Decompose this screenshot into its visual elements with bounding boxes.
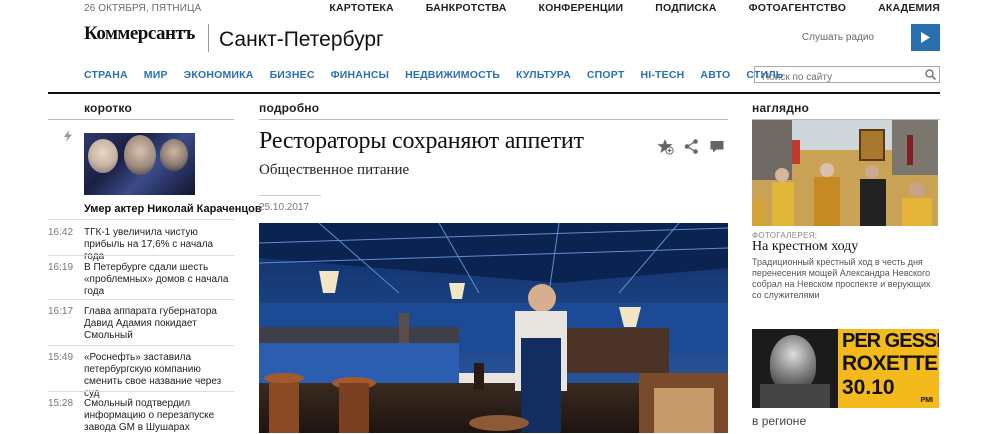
main-nav: СТРАНА МИР ЭКОНОМИКА БИЗНЕС ФИНАНСЫ НЕДВ… <box>84 69 800 81</box>
section-heading-detailed[interactable]: подробно <box>259 101 319 115</box>
news-divider <box>48 299 234 300</box>
top-link-photoagency[interactable]: ФОТОАГЕНТСТВО <box>749 2 847 14</box>
news-time: 15:28 <box>48 398 74 409</box>
top-link-conferences[interactable]: КОНФЕРЕНЦИИ <box>539 2 624 14</box>
top-link-subscription[interactable]: ПОДПИСКА <box>655 2 716 14</box>
nav-item-culture[interactable]: КУЛЬТУРА <box>516 69 571 81</box>
header-divider <box>48 92 940 94</box>
current-date: 26 ОКТЯБРЯ, ПЯТНИЦА <box>84 3 202 14</box>
radio-play-button[interactable] <box>911 24 940 51</box>
ad-date: 30.10 <box>842 376 895 399</box>
news-headline[interactable]: В Петербурге сдали шесть «проблемных» до… <box>84 262 234 298</box>
gallery-photo[interactable] <box>752 120 938 226</box>
share-icon[interactable] <box>683 138 700 155</box>
article-rubric[interactable]: Общественное питание <box>259 162 409 179</box>
region-title[interactable]: Санкт-Петербург <box>219 28 384 52</box>
news-time: 15:49 <box>48 352 74 363</box>
news-time: 16:19 <box>48 262 74 273</box>
ad-small-text: PMI <box>920 397 933 404</box>
ad-title-line2: ROXETTE <box>842 352 938 375</box>
news-headline[interactable]: Смольный подтвердил информацию о перезап… <box>84 398 234 434</box>
left-heading-rule <box>48 119 234 120</box>
lightning-icon <box>64 130 72 142</box>
play-icon <box>921 32 930 43</box>
article-title[interactable]: Рестораторы сохраняют аппетит <box>259 128 584 155</box>
nav-item-finance[interactable]: ФИНАНСЫ <box>331 69 390 81</box>
news-divider <box>48 391 234 392</box>
nav-item-business[interactable]: БИЗНЕС <box>270 69 315 81</box>
photo-figure <box>124 135 156 175</box>
top-link-kartoteka[interactable]: КАРТОТЕКА <box>329 2 393 14</box>
restaurant-scene <box>259 223 728 433</box>
photo-figure <box>88 139 118 173</box>
page: 26 ОКТЯБРЯ, ПЯТНИЦА КАРТОТЕКА БАНКРОТСТВ… <box>48 0 940 433</box>
search-icon[interactable] <box>925 69 936 80</box>
region-section-label[interactable]: в регионе <box>752 414 806 428</box>
radio-label[interactable]: Слушать радио <box>802 32 874 43</box>
search-box <box>754 66 940 85</box>
news-headline[interactable]: «Роснефть» заставила петербургскую компа… <box>84 352 234 400</box>
comment-icon[interactable] <box>709 138 726 155</box>
gallery-description: Традиционный крестный ход в честь дня пе… <box>752 257 931 300</box>
top-link-bankruptcy[interactable]: БАНКРОТСТВА <box>426 2 507 14</box>
photo-figure <box>160 139 188 171</box>
nav-item-auto[interactable]: АВТО <box>700 69 730 81</box>
ad-photo <box>752 329 838 408</box>
nav-item-sport[interactable]: СПОРТ <box>587 69 625 81</box>
article-meta-divider <box>259 195 321 196</box>
concert-ad-banner[interactable]: PER GESSLE'S ROXETTE 30.10 PMI <box>752 329 939 408</box>
news-divider <box>48 219 234 220</box>
nav-item-economy[interactable]: ЭКОНОМИКА <box>184 69 254 81</box>
search-input[interactable] <box>755 70 922 85</box>
featured-news-headline[interactable]: Умер актер Николай Караченцов <box>84 203 262 215</box>
gallery-title[interactable]: На крестном ходу <box>752 239 858 255</box>
top-link-academy[interactable]: АКАДЕМИЯ <box>878 2 940 14</box>
news-headline[interactable]: Глава аппарата губернатора Давид Адамия … <box>84 306 234 342</box>
news-divider <box>48 255 234 256</box>
logo-divider <box>208 24 209 52</box>
article-tools <box>657 138 726 155</box>
nav-item-hitech[interactable]: HI-TECH <box>640 69 684 81</box>
site-logo[interactable]: Коммерсантъ <box>84 23 195 45</box>
section-heading-visual[interactable]: наглядно <box>752 101 809 115</box>
top-links: КАРТОТЕКА БАНКРОТСТВА КОНФЕРЕНЦИИ ПОДПИС… <box>329 2 940 14</box>
article-date: 25.10.2017 <box>259 202 310 213</box>
article-photo[interactable] <box>259 223 728 433</box>
center-heading-rule <box>259 119 728 120</box>
featured-news-photo[interactable] <box>84 133 195 195</box>
nav-item-world[interactable]: МИР <box>144 69 168 81</box>
news-headline[interactable]: ТГК-1 увеличила чистую прибыль на 17,6% … <box>84 227 234 263</box>
ad-title-line1: PER GESSLE'S <box>842 330 939 352</box>
news-divider <box>48 345 234 346</box>
section-heading-short[interactable]: коротко <box>84 101 132 115</box>
nav-item-country[interactable]: СТРАНА <box>84 69 128 81</box>
news-time: 16:42 <box>48 227 74 238</box>
favorite-star-icon[interactable] <box>657 138 674 155</box>
nav-item-realty[interactable]: НЕДВИЖИМОСТЬ <box>405 69 500 81</box>
procession-scene <box>752 120 938 226</box>
news-time: 16:17 <box>48 306 74 317</box>
